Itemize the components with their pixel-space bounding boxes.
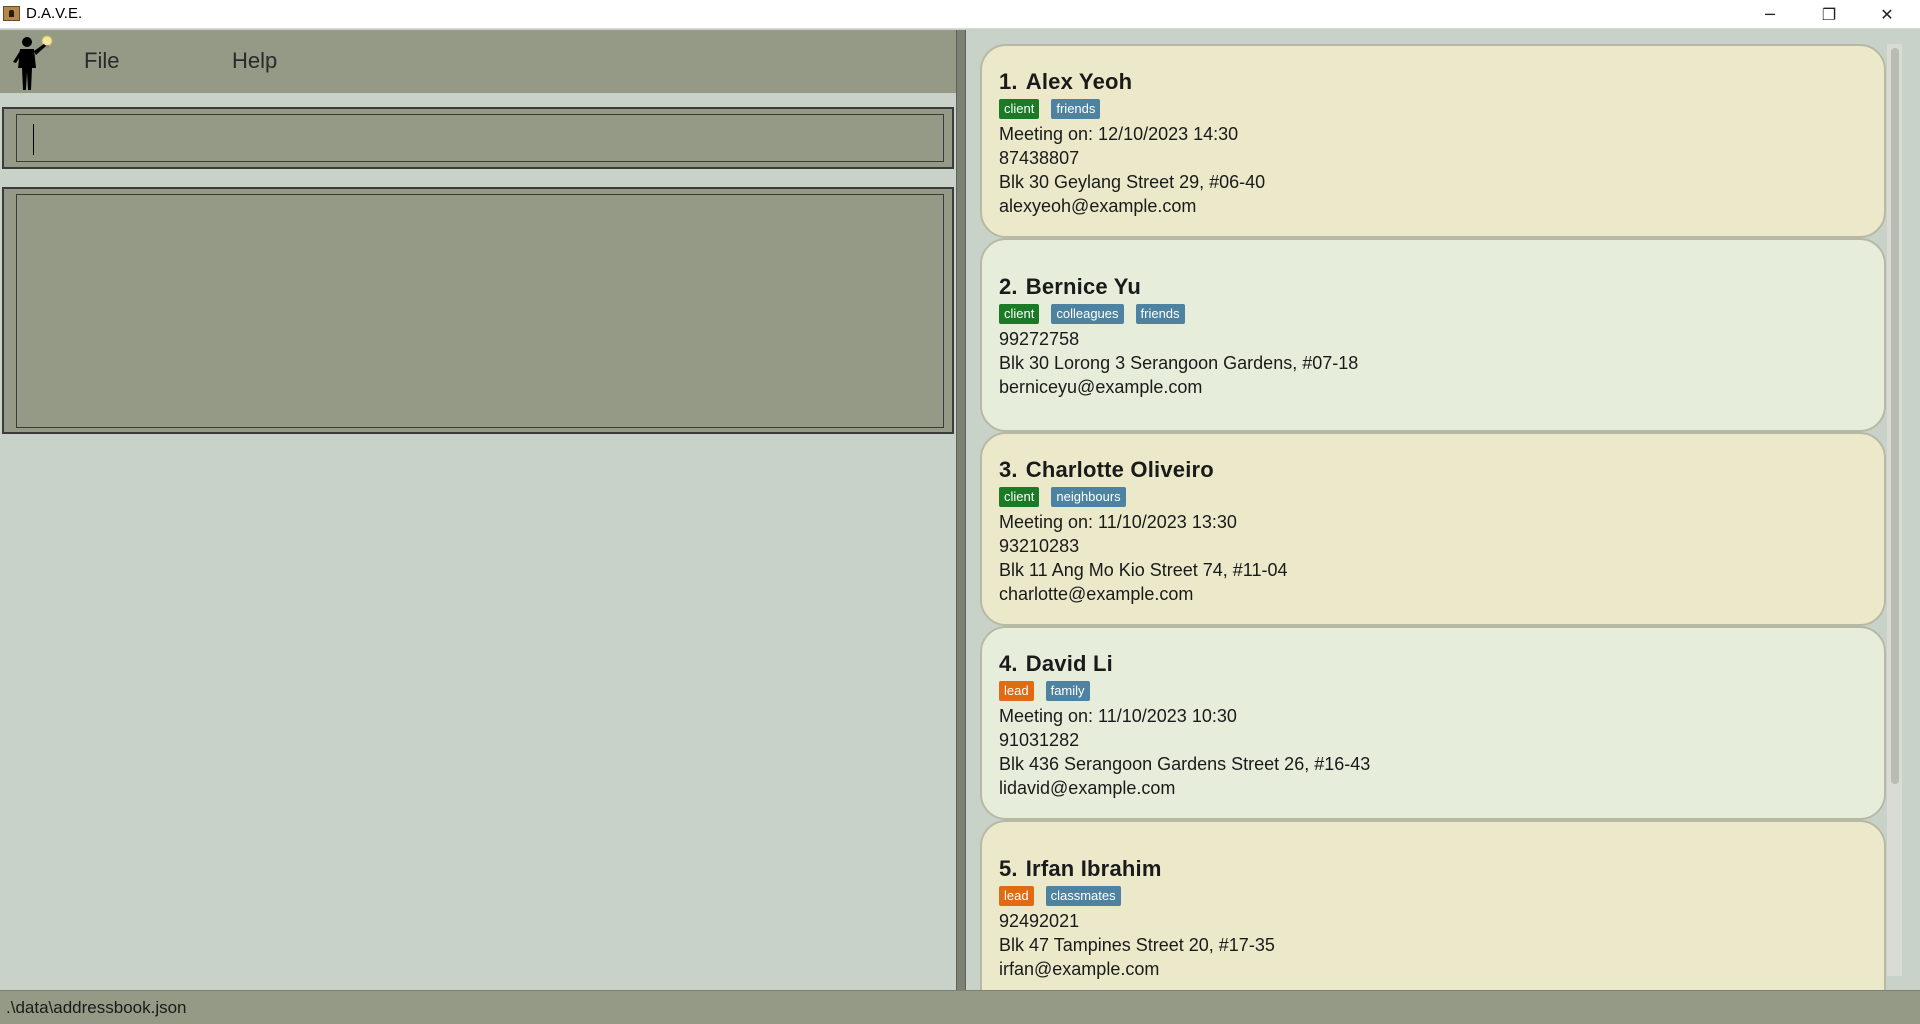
- tag-classmates: classmates: [1045, 886, 1121, 906]
- person-phone: 92492021: [999, 911, 1080, 931]
- command-input[interactable]: [16, 114, 944, 162]
- result-box: [2, 187, 954, 434]
- tag-list: client colleagues friends: [999, 304, 1884, 324]
- person-meeting: Meeting on: 11/10/2023 13:30: [999, 512, 1237, 532]
- person-name-row: 3. Charlotte Oliveiro: [999, 457, 1884, 483]
- menu-help[interactable]: Help: [232, 48, 277, 74]
- person-email: alexyeoh@example.com: [999, 196, 1197, 216]
- tag-friends: friends: [1051, 99, 1101, 119]
- tag-list: lead family: [999, 681, 1884, 701]
- person-address: Blk 11 Ang Mo Kio Street 74, #11-04: [999, 560, 1288, 580]
- person-phone: 93210283: [999, 536, 1080, 556]
- tag-client: client: [999, 487, 1040, 507]
- person-phone: 87438807: [999, 148, 1080, 168]
- tag-lead: lead: [999, 681, 1034, 701]
- tag-colleagues: colleagues: [1051, 304, 1124, 324]
- menu-bar: File Help: [0, 30, 956, 93]
- minimize-button[interactable]: ─: [1741, 0, 1799, 29]
- address-book-icon: [3, 6, 20, 21]
- person-name-row: 5. Irfan Ibrahim: [999, 856, 1884, 882]
- person-name: Alex Yeoh: [1025, 69, 1133, 94]
- text-caret: [33, 124, 34, 155]
- tag-list: client friends: [999, 99, 1884, 119]
- left-pane: File Help: [0, 30, 956, 990]
- status-bar: .\data\addressbook.json: [0, 990, 1920, 1024]
- person-name: Irfan Ibrahim: [1025, 856, 1162, 881]
- result-display: [16, 194, 944, 428]
- person-name: David Li: [1025, 651, 1113, 676]
- person-phone: 91031282: [999, 730, 1080, 750]
- person-meeting: Meeting on: 11/10/2023 10:30: [999, 706, 1237, 726]
- person-meeting: Meeting on: 12/10/2023 14:30: [999, 124, 1239, 144]
- person-email: lidavid@example.com: [999, 778, 1176, 798]
- person-name-row: 2. Bernice Yu: [999, 274, 1884, 300]
- person-address: Blk 436 Serangoon Gardens Street 26, #16…: [999, 754, 1371, 774]
- command-box: [2, 107, 954, 169]
- window-title-bar: D.A.V.E. ─ ❐ ✕: [0, 0, 1920, 29]
- person-address: Blk 30 Geylang Street 29, #06-40: [999, 172, 1266, 192]
- person-email: berniceyu@example.com: [999, 377, 1203, 397]
- person-card[interactable]: 4. David Li lead family Meeting on: 11/10…: [980, 626, 1886, 820]
- person-index: 5.: [999, 856, 1018, 881]
- restore-button[interactable]: ❐: [1800, 0, 1858, 29]
- status-file-path: .\data\addressbook.json: [6, 998, 187, 1017]
- list-scrollbar-thumb[interactable]: [1891, 48, 1899, 784]
- tag-friends: friends: [1135, 304, 1185, 324]
- businessman-lightbulb-icon: [13, 35, 53, 90]
- person-card[interactable]: 1. Alex Yeoh client friends Meeting on: 1…: [980, 44, 1886, 238]
- person-card[interactable]: 2. Bernice Yu client colleagues friends 9…: [980, 238, 1886, 432]
- pane-splitter[interactable]: [956, 30, 966, 990]
- window-title: D.A.V.E.: [26, 5, 83, 22]
- person-address: Blk 47 Tampines Street 20, #17-35: [999, 935, 1275, 955]
- person-index: 2.: [999, 274, 1018, 299]
- person-name-row: 1. Alex Yeoh: [999, 69, 1884, 95]
- close-button[interactable]: ✕: [1858, 0, 1916, 29]
- person-index: 4.: [999, 651, 1018, 676]
- person-address: Blk 30 Lorong 3 Serangoon Gardens, #07-1…: [999, 353, 1359, 373]
- tag-list: client neighbours: [999, 487, 1884, 507]
- person-list-panel: 1. Alex Yeoh client friends Meeting on: 1…: [966, 30, 1920, 990]
- person-phone: 99272758: [999, 329, 1080, 349]
- person-list: 1. Alex Yeoh client friends Meeting on: 1…: [980, 44, 1886, 990]
- person-name-row: 4. David Li: [999, 651, 1884, 677]
- person-card[interactable]: 3. Charlotte Oliveiro client neighbours M…: [980, 432, 1886, 626]
- tag-family: family: [1045, 681, 1090, 701]
- person-index: 3.: [999, 457, 1018, 482]
- menu-file[interactable]: File: [84, 48, 119, 74]
- tag-lead: lead: [999, 886, 1034, 906]
- person-card[interactable]: 5. Irfan Ibrahim lead classmates 92492021…: [980, 820, 1886, 990]
- tag-neighbours: neighbours: [1051, 487, 1126, 507]
- person-index: 1.: [999, 69, 1018, 94]
- tag-client: client: [999, 304, 1040, 324]
- tag-client: client: [999, 99, 1040, 119]
- person-name: Charlotte Oliveiro: [1025, 457, 1214, 482]
- tag-list: lead classmates: [999, 886, 1884, 906]
- person-name: Bernice Yu: [1025, 274, 1142, 299]
- person-email: charlotte@example.com: [999, 584, 1194, 604]
- person-email: irfan@example.com: [999, 959, 1160, 979]
